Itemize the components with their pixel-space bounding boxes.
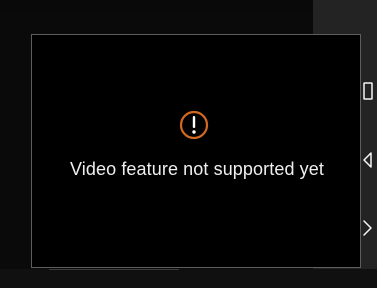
chevron-right-icon[interactable] (361, 219, 375, 237)
device-screen: Video feature not supported yet (0, 0, 377, 288)
bottom-bar (0, 269, 377, 288)
square-icon[interactable] (361, 82, 375, 100)
back-triangle-icon[interactable] (361, 151, 375, 169)
bottom-divider (49, 269, 179, 270)
top-strip (0, 0, 313, 12)
unsupported-message: Video feature not supported yet (70, 159, 324, 179)
warning-icon (179, 110, 209, 140)
video-unsupported-overlay: Video feature not supported yet (31, 34, 361, 268)
